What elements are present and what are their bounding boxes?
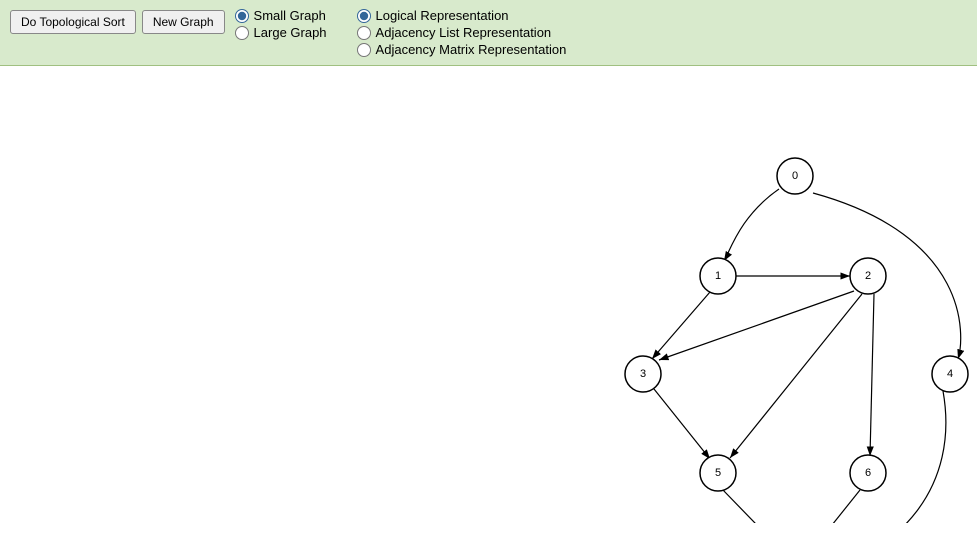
new-graph-button[interactable]: New Graph	[142, 10, 225, 34]
small-graph-option[interactable]: Small Graph	[235, 8, 327, 23]
large-graph-label: Large Graph	[254, 25, 327, 40]
topo-sort-button[interactable]: Do Topological Sort	[10, 10, 136, 34]
node-5: 5	[700, 455, 736, 491]
node-6: 6	[850, 455, 886, 491]
adjacency-matrix-option[interactable]: Adjacency Matrix Representation	[357, 42, 567, 57]
node-2-label: 2	[865, 270, 871, 282]
logical-rep-label: Logical Representation	[376, 8, 509, 23]
edge-6-7	[808, 490, 860, 523]
node-4: 4	[932, 356, 968, 392]
graph-area: 0 1 2 3 4 5 6	[0, 66, 977, 523]
node-1-label: 1	[715, 270, 721, 282]
edge-5-7	[722, 489, 786, 523]
adjacency-list-option[interactable]: Adjacency List Representation	[357, 25, 567, 40]
logical-rep-option[interactable]: Logical Representation	[357, 8, 567, 23]
adjacency-list-label: Adjacency List Representation	[376, 25, 552, 40]
adjacency-matrix-label: Adjacency Matrix Representation	[376, 42, 567, 57]
small-graph-label: Small Graph	[254, 8, 326, 23]
node-1: 1	[700, 258, 736, 294]
node-0-label: 0	[792, 170, 798, 182]
large-graph-option[interactable]: Large Graph	[235, 25, 327, 40]
node-6-label: 6	[865, 467, 871, 479]
node-3: 3	[625, 356, 661, 392]
edge-1-3	[652, 292, 710, 359]
edge-2-6	[870, 294, 874, 456]
edge-2-3	[659, 291, 854, 360]
node-0: 0	[777, 158, 813, 194]
edge-3-5	[654, 389, 710, 459]
edge-0-1	[724, 189, 779, 261]
edge-4-7	[810, 391, 946, 523]
graph-svg: 0 1 2 3 4 5 6	[0, 66, 977, 523]
node-3-label: 3	[640, 368, 646, 380]
options-group: Small Graph Logical Representation Large…	[235, 8, 567, 57]
toolbar-buttons: Do Topological Sort New Graph	[10, 8, 225, 34]
node-5-label: 5	[715, 467, 721, 479]
node-4-label: 4	[947, 368, 953, 380]
node-2: 2	[850, 258, 886, 294]
edge-2-5	[730, 294, 862, 458]
toolbar: Do Topological Sort New Graph Small Grap…	[0, 0, 977, 66]
